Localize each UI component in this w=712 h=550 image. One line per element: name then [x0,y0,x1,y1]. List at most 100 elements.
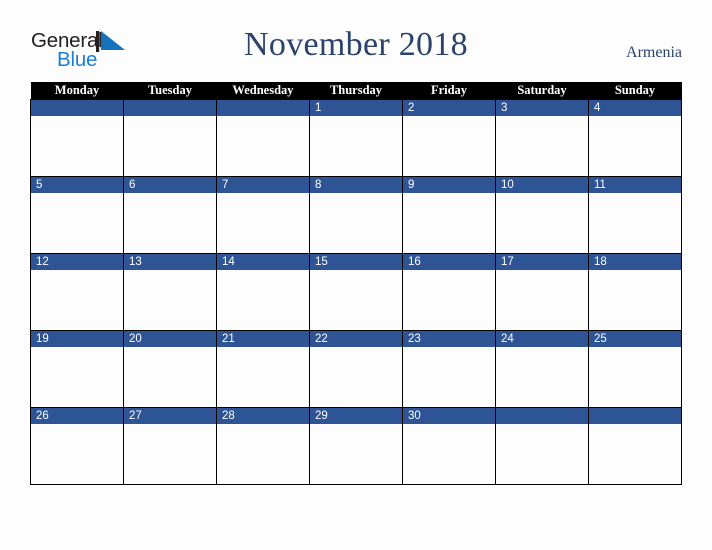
day-notes-area[interactable] [589,270,681,330]
day-number: 13 [124,254,216,270]
day-cell[interactable]: 10 [495,176,589,254]
day-number: 9 [403,177,495,193]
calendar-week-row: 1 2 3 4 [30,99,682,177]
day-cell[interactable]: 15 [309,253,403,331]
day-cell[interactable]: 13 [123,253,217,331]
weekday-header-sunday: Sunday [588,82,682,100]
day-notes-area[interactable] [589,116,681,176]
day-number: 23 [403,331,495,347]
day-cell[interactable]: 11 [588,176,682,254]
day-notes-area[interactable] [310,116,402,176]
day-number: 29 [310,408,402,424]
day-cell[interactable]: 6 [123,176,217,254]
day-number: 25 [589,331,681,347]
day-notes-area[interactable] [217,270,309,330]
day-notes-area[interactable] [589,193,681,253]
day-number: 3 [496,100,588,116]
day-cell[interactable]: 8 [309,176,403,254]
day-cell[interactable]: 28 [216,407,310,485]
day-notes-area[interactable] [217,424,309,484]
day-cell[interactable]: 1 [309,99,403,177]
day-cell[interactable]: 3 [495,99,589,177]
day-notes-area[interactable] [31,347,123,407]
day-notes-area[interactable] [496,424,588,484]
weekday-header-wednesday: Wednesday [216,82,310,100]
day-cell[interactable]: 19 [30,330,124,408]
day-notes-area[interactable] [310,193,402,253]
day-cell[interactable] [588,407,682,485]
day-number: 27 [124,408,216,424]
day-notes-area[interactable] [31,116,123,176]
day-number: 1 [310,100,402,116]
day-number: 4 [589,100,681,116]
day-notes-area[interactable] [310,424,402,484]
page-title: November 2018 [244,26,468,63]
calendar-grid: Monday Tuesday Wednesday Thursday Friday… [30,82,682,485]
day-cell[interactable]: 29 [309,407,403,485]
day-notes-area[interactable] [496,116,588,176]
day-notes-area[interactable] [124,193,216,253]
country-label: Armenia [626,44,682,61]
day-notes-area[interactable] [217,347,309,407]
day-cell[interactable]: 12 [30,253,124,331]
day-notes-area[interactable] [124,116,216,176]
day-cell[interactable]: 23 [402,330,496,408]
day-cell[interactable]: 21 [216,330,310,408]
day-cell[interactable]: 2 [402,99,496,177]
day-cell[interactable]: 9 [402,176,496,254]
day-number: 15 [310,254,402,270]
weekday-header-monday: Monday [30,82,124,100]
day-cell[interactable] [123,99,217,177]
day-notes-area[interactable] [403,193,495,253]
day-cell[interactable] [495,407,589,485]
day-cell[interactable]: 16 [402,253,496,331]
day-number: 8 [310,177,402,193]
day-notes-area[interactable] [31,424,123,484]
day-number: 22 [310,331,402,347]
day-cell[interactable]: 30 [402,407,496,485]
day-number: 16 [403,254,495,270]
day-cell[interactable] [30,99,124,177]
day-notes-area[interactable] [403,424,495,484]
page-header: General Blue November 2018 Armenia [0,0,712,82]
day-cell[interactable]: 22 [309,330,403,408]
day-notes-area[interactable] [589,424,681,484]
day-notes-area[interactable] [124,347,216,407]
day-cell[interactable]: 4 [588,99,682,177]
day-notes-area[interactable] [589,347,681,407]
calendar-header-row: Monday Tuesday Wednesday Thursday Friday… [30,82,682,100]
day-notes-area[interactable] [31,193,123,253]
weekday-header-thursday: Thursday [309,82,403,100]
day-cell[interactable]: 27 [123,407,217,485]
day-notes-area[interactable] [31,270,123,330]
weekday-header-tuesday: Tuesday [123,82,217,100]
day-notes-area[interactable] [217,193,309,253]
day-cell[interactable]: 5 [30,176,124,254]
day-cell[interactable] [216,99,310,177]
day-notes-area[interactable] [217,116,309,176]
day-cell[interactable]: 25 [588,330,682,408]
day-notes-area[interactable] [310,347,402,407]
day-cell[interactable]: 14 [216,253,310,331]
day-notes-area[interactable] [403,270,495,330]
day-notes-area[interactable] [496,347,588,407]
day-number [124,100,216,116]
day-number [31,100,123,116]
day-notes-area[interactable] [403,116,495,176]
day-notes-area[interactable] [403,347,495,407]
day-cell[interactable]: 24 [495,330,589,408]
day-cell[interactable]: 7 [216,176,310,254]
day-number: 6 [124,177,216,193]
day-notes-area[interactable] [124,270,216,330]
day-cell[interactable]: 17 [495,253,589,331]
day-notes-area[interactable] [124,424,216,484]
weekday-header-friday: Friday [402,82,496,100]
day-cell[interactable]: 20 [123,330,217,408]
day-notes-area[interactable] [310,270,402,330]
day-cell[interactable]: 26 [30,407,124,485]
day-number: 12 [31,254,123,270]
day-notes-area[interactable] [496,270,588,330]
day-cell[interactable]: 18 [588,253,682,331]
day-number: 18 [589,254,681,270]
day-notes-area[interactable] [496,193,588,253]
